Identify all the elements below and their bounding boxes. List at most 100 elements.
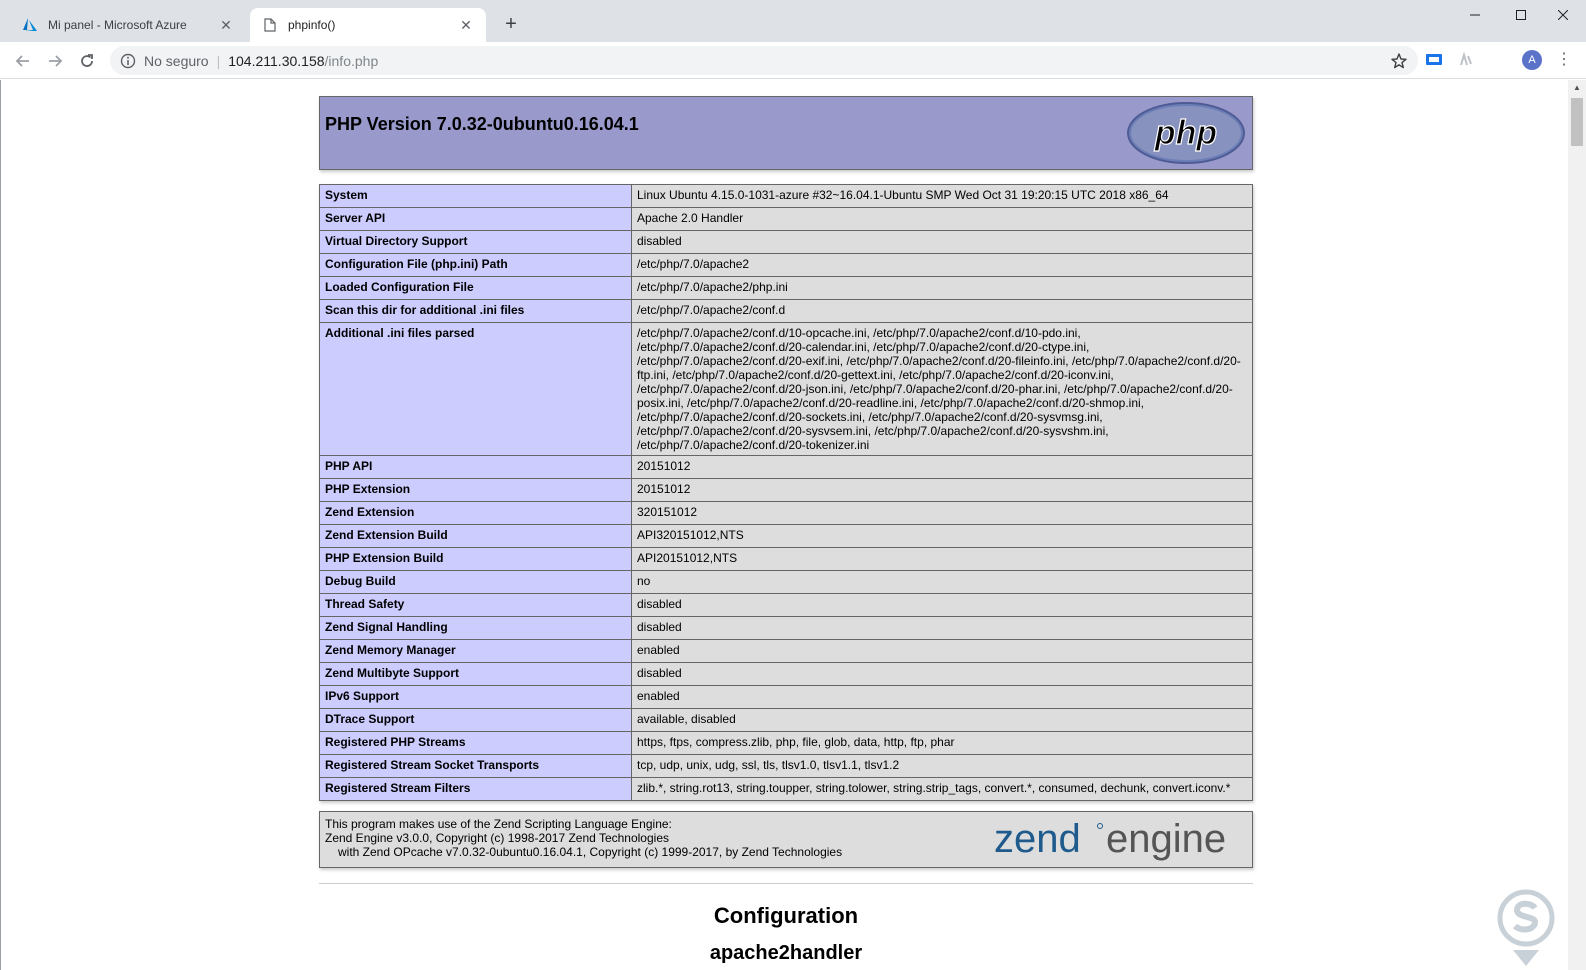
- row-key: Zend Multibyte Support: [319, 662, 632, 686]
- row-value: zlib.*, string.rot13, string.toupper, st…: [631, 777, 1253, 801]
- maximize-icon[interactable]: [1498, 0, 1544, 30]
- divider: [319, 883, 1253, 884]
- table-row: Thread Safety disabled: [319, 593, 1253, 617]
- new-tab-button[interactable]: +: [500, 14, 522, 36]
- table-row: Registered Stream Socket Transports tcp, …: [319, 754, 1253, 778]
- row-key: IPv6 Support: [319, 685, 632, 709]
- address-bar[interactable]: No seguro | 104.211.30.158/info.php: [110, 46, 1418, 75]
- page-title: PHP Version 7.0.32-0ubuntu0.16.04.1: [325, 114, 639, 134]
- page-icon: [262, 17, 278, 33]
- row-key: System: [319, 184, 632, 208]
- url-host: 104.211.30.158: [228, 52, 325, 69]
- row-value: 20151012: [631, 478, 1253, 502]
- forward-icon[interactable]: [42, 48, 68, 74]
- row-value: disabled: [631, 593, 1253, 617]
- reload-icon[interactable]: [74, 48, 100, 74]
- row-key: Configuration File (php.ini) Path: [319, 253, 632, 277]
- table-row: Loaded Configuration File/etc/php/7.0/ap…: [319, 276, 1253, 300]
- row-value: https, ftps, compress.zlib, php, file, g…: [631, 731, 1253, 755]
- row-value: /etc/php/7.0/apache2/php.ini: [631, 276, 1253, 300]
- table-row: Zend Multibyte Support disabled: [319, 662, 1253, 686]
- row-key: Server API: [319, 207, 632, 231]
- table-row: Configuration File (php.ini) Path/etc/ph…: [319, 253, 1253, 277]
- row-key: Registered Stream Filters: [319, 777, 632, 801]
- zend-engine-logo[interactable]: zend engine: [994, 817, 1246, 869]
- zend-logo-word: zend: [994, 818, 1081, 861]
- table-row: Debug Build no: [319, 570, 1253, 594]
- row-value: no: [631, 570, 1253, 594]
- tab-phpinfo[interactable]: phpinfo() ✕: [250, 8, 486, 42]
- security-label: No seguro: [144, 52, 209, 69]
- row-key: Zend Signal Handling: [319, 616, 632, 640]
- row-value: /etc/php/7.0/apache2/conf.d: [631, 299, 1253, 323]
- table-row: Server API Apache 2.0 Handler: [319, 207, 1253, 231]
- azure-icon: [22, 17, 38, 33]
- divider: |: [216, 52, 221, 69]
- scroll-thumb[interactable]: [1571, 98, 1583, 146]
- zend-logo-word: engine: [1106, 818, 1226, 861]
- cast-extension-icon[interactable]: [1424, 50, 1444, 70]
- url-path: /info.php: [324, 52, 379, 69]
- row-key: Loaded Configuration File: [319, 276, 632, 300]
- module-heading: apache2handler: [709, 942, 863, 964]
- table-row: PHP Extension Build API20151012,NTS: [319, 547, 1253, 571]
- vertical-scrollbar[interactable]: ▲: [1568, 80, 1586, 970]
- row-key: Thread Safety: [319, 593, 632, 617]
- tab-title: phpinfo(): [288, 18, 336, 32]
- row-value: API320151012,NTS: [631, 524, 1253, 548]
- scroll-up-icon[interactable]: ▲: [1568, 80, 1586, 96]
- row-key: Zend Extension: [319, 501, 632, 525]
- close-tab-icon[interactable]: ✕: [218, 17, 234, 33]
- table-row: Zend Extension Build API320151012,NTS: [319, 524, 1253, 548]
- page-viewport: PHP Version 7.0.32-0ubuntu0.16.04.1 php …: [0, 80, 1568, 970]
- tab-azure[interactable]: Mi panel - Microsoft Azure ✕: [10, 8, 246, 42]
- row-key: Scan this dir for additional .ini files: [319, 299, 632, 323]
- row-key: Registered PHP Streams: [319, 731, 632, 755]
- table-row: Scan this dir for additional .ini files /…: [319, 299, 1253, 323]
- row-value: disabled: [631, 616, 1253, 640]
- zend-engine-box: This program makes use of the Zend Scrip…: [319, 811, 1253, 868]
- tab-strip: Mi panel - Microsoft Azure ✕ phpinfo() ✕…: [0, 0, 1586, 42]
- table-row: DTrace Support available, disabled: [319, 708, 1253, 732]
- table-row: System Linux Ubuntu 4.15.0-1031-azure #32…: [319, 184, 1253, 208]
- table-row: Zend Signal Handling disabled: [319, 616, 1253, 640]
- minimize-icon[interactable]: [1452, 0, 1498, 30]
- row-key: PHP API: [319, 455, 632, 479]
- table-row: Registered PHP Streams https, ftps, compr…: [319, 731, 1253, 755]
- close-tab-icon[interactable]: ✕: [458, 17, 474, 33]
- row-key: DTrace Support: [319, 708, 632, 732]
- row-value: Linux Ubuntu 4.15.0-1031-azure #32~16.04…: [631, 184, 1253, 208]
- menu-icon[interactable]: ⋮: [1556, 48, 1572, 72]
- table-row: Virtual Directory Support disabled: [319, 230, 1253, 254]
- configuration-heading: Configuration: [713, 903, 859, 928]
- row-value: disabled: [631, 230, 1253, 254]
- info-icon[interactable]: [120, 53, 136, 69]
- row-key: PHP Extension: [319, 478, 632, 502]
- row-value: disabled: [631, 662, 1253, 686]
- row-key: Zend Extension Build: [319, 524, 632, 548]
- tab-title: Mi panel - Microsoft Azure: [48, 18, 187, 32]
- profile-avatar[interactable]: A: [1522, 50, 1542, 70]
- extension-icon[interactable]: [1456, 50, 1476, 70]
- row-value: 320151012: [631, 501, 1253, 525]
- back-icon[interactable]: [10, 48, 36, 74]
- watermark-logo: [1491, 888, 1561, 966]
- row-value: 20151012: [631, 455, 1253, 479]
- table-row: Registered Stream Filters zlib.*, string.…: [319, 777, 1253, 801]
- row-key: Zend Memory Manager: [319, 639, 632, 663]
- php-info-table: System Linux Ubuntu 4.15.0-1031-azure #32…: [319, 184, 1253, 801]
- bookmark-star-icon[interactable]: [1390, 52, 1408, 70]
- browser-toolbar: No seguro | 104.211.30.158/info.php A ⋮: [0, 42, 1586, 79]
- row-value: enabled: [631, 639, 1253, 663]
- table-row: Additional .ini files parsed/etc/php/7.0…: [319, 322, 1253, 456]
- row-value: API20151012,NTS: [631, 547, 1253, 571]
- row-value: available, disabled: [631, 708, 1253, 732]
- row-value: tcp, udp, unix, udg, ssl, tls, tlsv1.0, …: [631, 754, 1253, 778]
- table-row: Zend Memory Manager enabled: [319, 639, 1253, 663]
- php-version-header: PHP Version 7.0.32-0ubuntu0.16.04.1 php: [319, 96, 1253, 170]
- php-logo[interactable]: php: [1126, 102, 1246, 169]
- table-row: IPv6 Support enabled: [319, 685, 1253, 709]
- window-close-icon[interactable]: [1540, 0, 1586, 30]
- row-key: PHP Extension Build: [319, 547, 632, 571]
- row-key: Additional .ini files parsed: [319, 322, 632, 456]
